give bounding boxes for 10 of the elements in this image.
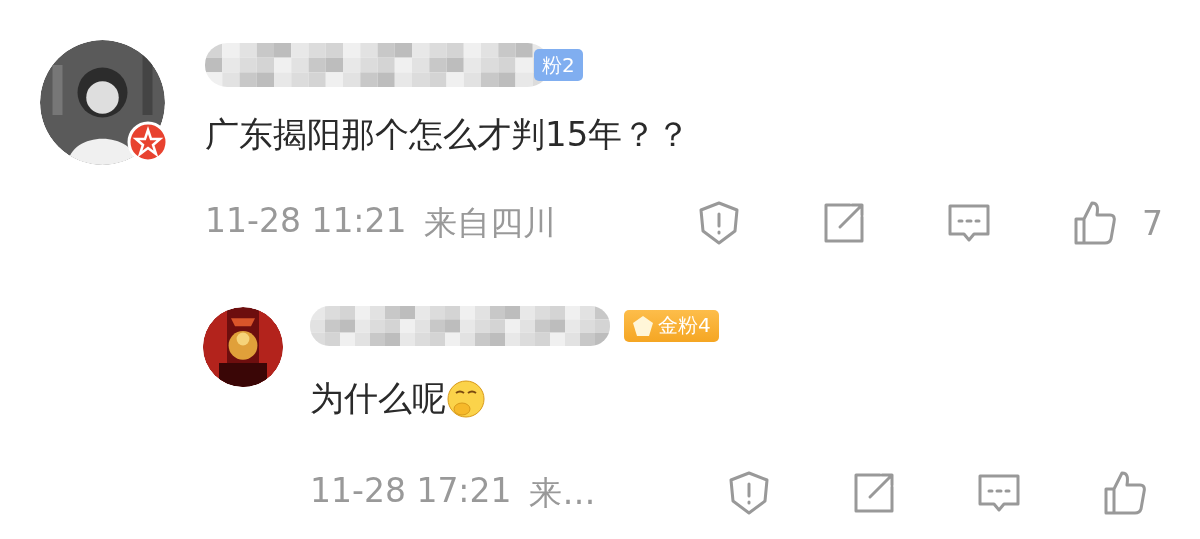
timestamp: 11-28 11:21 [205, 200, 407, 242]
gem-icon [632, 314, 654, 337]
comment-text: 为什么呢 [310, 377, 446, 420]
fan-level-badge[interactable]: 金粉4 [624, 309, 719, 342]
timestamp: 11-28 17:21 [310, 470, 512, 512]
like-count: 7 [1142, 203, 1163, 243]
location-text: 来自四川 [424, 201, 557, 244]
location-text: 来… [529, 471, 596, 514]
comment-text: 广东揭阳那个怎么才判15年？？ [205, 113, 691, 156]
fan-level-badge[interactable]: 粉2 [534, 49, 583, 81]
